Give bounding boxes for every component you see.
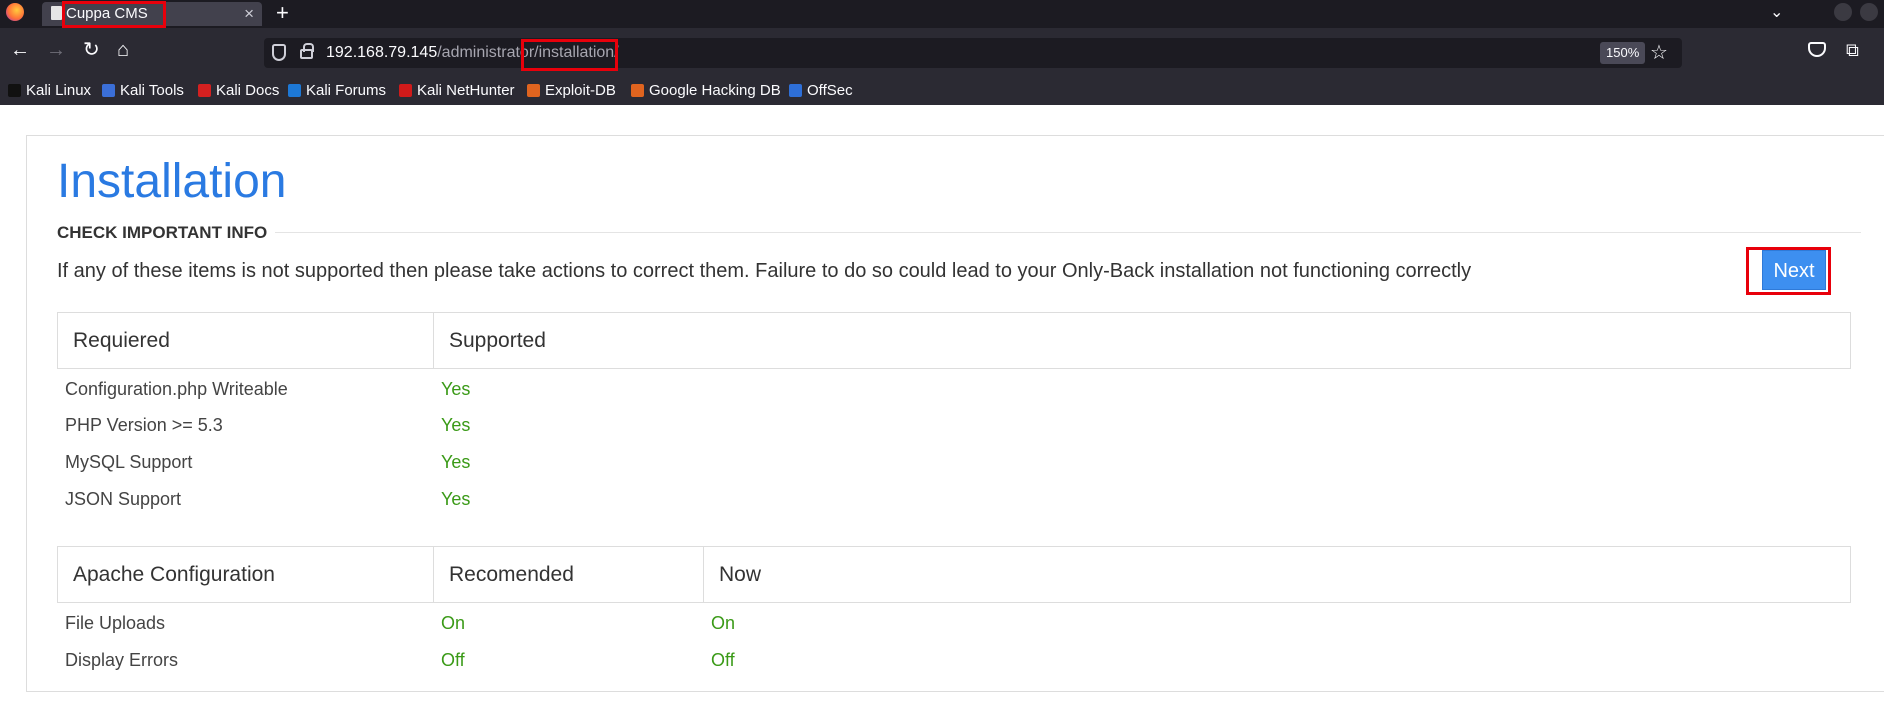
tracking-shield-icon[interactable] [272, 44, 286, 61]
firefox-logo-icon [6, 3, 24, 21]
requirement-name: JSON Support [65, 489, 182, 509]
extensions-icon[interactable]: ⧉ [1846, 40, 1859, 61]
bookmark-kali-docs[interactable]: Kali Docs [198, 81, 279, 101]
divider [275, 232, 1861, 233]
table-row: JSON Support Yes [57, 481, 1851, 518]
home-icon[interactable]: ⌂ [117, 40, 129, 60]
bookmark-kali-forums[interactable]: Kali Forums [288, 81, 386, 101]
bookmark-google-hacking-db[interactable]: Google Hacking DB [631, 81, 781, 101]
bookmark-label: Kali Docs [216, 82, 280, 99]
browser-tab[interactable]: Cuppa CMS × [42, 2, 262, 26]
url-host: 192.168.79.145 [326, 44, 438, 61]
kali-dragon-icon [8, 84, 21, 97]
bookmark-kali-linux[interactable]: Kali Linux [8, 81, 91, 101]
url-path-installation: /installation/ [534, 44, 619, 61]
requirement-status: Yes [441, 415, 471, 435]
url-path: /administrator [437, 44, 535, 61]
kali-tools-icon [102, 84, 115, 97]
column-header-apache-configuration: Apache Configuration [73, 563, 275, 586]
new-tab-icon[interactable]: + [276, 0, 289, 26]
next-button[interactable]: Next [1762, 250, 1826, 290]
page-icon [51, 6, 62, 20]
bookmark-label: Kali Linux [26, 82, 92, 99]
offsec-icon [789, 84, 802, 97]
column-header-required: Requiered [73, 329, 170, 352]
bookmark-label: Exploit-DB [545, 82, 616, 99]
browser-toolbar: ← → ↻ ⌂ 192.168.79.145/administrator/ins… [0, 28, 1884, 78]
lock-icon[interactable] [300, 43, 314, 59]
bookmark-star-icon[interactable]: ☆ [1650, 40, 1668, 65]
requirement-name: MySQL Support [65, 452, 193, 472]
installation-panel: Installation CHECK IMPORTANT INFO If any… [26, 135, 1884, 692]
intro-text: If any of these items is not supported t… [57, 260, 1472, 282]
table-row: PHP Version >= 5.3 Yes [57, 407, 1851, 444]
page-title: Installation [57, 155, 287, 208]
exploit-db-icon [527, 84, 540, 97]
bookmark-exploit-db[interactable]: Exploit-DB [527, 81, 616, 101]
browser-tab-bar: Cuppa CMS × + ⌄ [0, 0, 1884, 28]
pocket-icon[interactable] [1808, 42, 1826, 57]
requirement-status: Yes [441, 379, 471, 399]
table-row: Configuration.php Writeable Yes [57, 371, 1851, 408]
apache-setting-name: File Uploads [65, 613, 166, 633]
column-header-now: Now [703, 547, 1850, 602]
ghdb-icon [631, 84, 644, 97]
column-header-recommended: Recomended [433, 547, 703, 602]
kali-forums-icon [288, 84, 301, 97]
column-header-supported: Supported [433, 313, 1850, 368]
bookmark-label: Kali Forums [306, 82, 387, 99]
close-window-button[interactable] [1860, 3, 1878, 21]
section-heading: CHECK IMPORTANT INFO [57, 223, 268, 242]
apache-current-value: On [711, 613, 736, 633]
requirement-status: Yes [441, 452, 471, 472]
table-row: Display Errors Off Off [57, 642, 1851, 679]
table-row: MySQL Support Yes [57, 444, 1851, 481]
back-arrow-icon[interactable]: ← [10, 40, 30, 60]
bookmark-kali-nethunter[interactable]: Kali NetHunter [399, 81, 515, 101]
minimize-window-button[interactable] [1834, 3, 1852, 21]
bookmark-label: Google Hacking DB [649, 82, 781, 99]
bookmark-label: Kali Tools [120, 82, 184, 99]
apache-recommended-value: On [441, 613, 466, 633]
requirement-status: Yes [441, 489, 471, 509]
requirement-name: Configuration.php Writeable [65, 379, 288, 399]
nethunter-icon [399, 84, 412, 97]
apache-setting-name: Display Errors [65, 650, 179, 670]
bookmark-label: Kali NetHunter [417, 82, 515, 99]
requirement-name: PHP Version >= 5.3 [65, 415, 223, 435]
apache-table-header: Apache Configuration Recomended Now [57, 546, 1851, 603]
address-bar[interactable]: 192.168.79.145/administrator/installatio… [264, 38, 1682, 68]
bookmarks-bar: Kali Linux Kali Tools Kali Docs Kali For… [0, 78, 1884, 105]
tab-title: Cuppa CMS [66, 5, 148, 22]
requirements-table-header: Requiered Supported [57, 312, 1851, 369]
zoom-level-badge[interactable]: 150% [1600, 42, 1646, 64]
apache-recommended-value: Off [441, 650, 465, 670]
close-tab-icon[interactable]: × [244, 4, 254, 24]
bookmark-label: OffSec [807, 82, 853, 99]
forward-arrow-icon[interactable]: → [46, 40, 66, 60]
table-row: File Uploads On On [57, 605, 1851, 642]
kali-docs-icon [198, 84, 211, 97]
reload-icon[interactable]: ↻ [83, 40, 100, 60]
apache-current-value: Off [711, 650, 735, 670]
bookmark-offsec[interactable]: OffSec [789, 81, 853, 101]
chevron-down-icon[interactable]: ⌄ [1770, 2, 1783, 22]
bookmark-kali-tools[interactable]: Kali Tools [102, 81, 184, 101]
url-text[interactable]: 192.168.79.145/administrator/installatio… [326, 44, 619, 62]
